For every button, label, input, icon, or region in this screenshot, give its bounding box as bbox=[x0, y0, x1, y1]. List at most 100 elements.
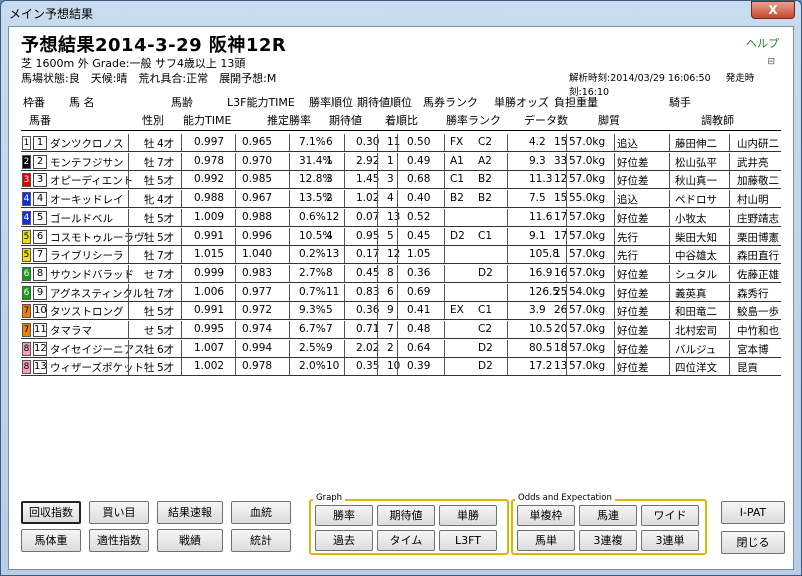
tekisei-button[interactable]: 適性指数 bbox=[89, 529, 149, 552]
horse-name: オーキッドレイ bbox=[50, 194, 124, 207]
win-rank-cell: 2 bbox=[326, 192, 333, 205]
column-divider bbox=[669, 227, 670, 245]
table-row[interactable]: 2 2 モンテフジサン牡 7才 0.978 0.970 31.4% 1 2.92 1 0.49 A1 A… bbox=[21, 152, 781, 171]
table-row[interactable]: 7 10 タツストロング 牡 5才 0.991 0.972 9.3% 5 0.36 9 0.41 EX C… bbox=[21, 302, 781, 321]
horse-name: ダンツクロノス bbox=[50, 138, 124, 150]
senseki-button[interactable]: 戦績 bbox=[157, 529, 223, 552]
expectation-cell: 1.02 bbox=[356, 192, 380, 205]
age-cell: 5才 bbox=[157, 175, 175, 188]
horse-number: 4 bbox=[33, 192, 47, 207]
jockey-cell: 柴田大知 bbox=[675, 231, 717, 244]
odds-button[interactable]: 単複枠 bbox=[517, 505, 575, 526]
expectation-rank-cell: 11 bbox=[387, 136, 401, 148]
finish-ratio-cell: 0.64 bbox=[407, 341, 431, 354]
ipat-button[interactable]: I-PAT bbox=[721, 501, 785, 524]
table-row[interactable]: 4 5 ゴールドベル 牡 5才 1.009 0.988 0.6% 12 0.07 13 0.52 11.… bbox=[21, 208, 781, 227]
column-divider bbox=[344, 208, 345, 226]
l3f-time-cell: 0.978 bbox=[242, 360, 273, 373]
weight-cell: 57.0kg bbox=[569, 323, 606, 335]
column-header: 単勝オッズ bbox=[494, 96, 549, 109]
expectation-rank-cell: 4 bbox=[387, 192, 394, 205]
column-divider bbox=[235, 264, 236, 282]
graph-button[interactable]: L3FT bbox=[439, 530, 497, 551]
graph-button[interactable]: タイム bbox=[377, 530, 435, 551]
help-link[interactable]: ヘルプ bbox=[746, 35, 779, 51]
toukei-button[interactable]: 統計 bbox=[231, 529, 291, 552]
odds-button[interactable]: 3連単 bbox=[641, 530, 699, 551]
column-divider bbox=[181, 190, 182, 208]
odds-group-label: Odds and Expectation bbox=[515, 493, 615, 503]
kaime-button[interactable]: 買い目 bbox=[89, 501, 149, 524]
expectation-rank-cell: 12 bbox=[387, 248, 401, 261]
column-divider bbox=[729, 246, 730, 264]
column-divider bbox=[444, 190, 445, 208]
close-window-button[interactable]: X bbox=[751, 1, 795, 19]
graph-button[interactable]: 期待値 bbox=[377, 505, 435, 526]
column-divider bbox=[507, 227, 508, 245]
kekka-button[interactable]: 結果速報 bbox=[157, 501, 223, 524]
kettou-button[interactable]: 血統 bbox=[231, 501, 291, 524]
trainer-cell: 森秀行 bbox=[737, 287, 769, 300]
waku-number: 5 bbox=[22, 229, 31, 244]
odds-button[interactable]: 3連複 bbox=[579, 530, 637, 551]
odds-cell: 9.1 bbox=[529, 229, 546, 242]
graph-button[interactable]: 単勝 bbox=[439, 505, 497, 526]
column-divider bbox=[444, 321, 445, 338]
horse-name: サウンドバラッド bbox=[50, 268, 134, 281]
kaishu-button[interactable]: 回収指数 bbox=[21, 501, 81, 524]
sex-cell: 牡 bbox=[144, 306, 155, 319]
column-divider bbox=[669, 321, 670, 338]
graph-button[interactable]: 過去 bbox=[315, 530, 373, 551]
running-style-cell: 好位差 bbox=[617, 306, 649, 319]
ability-time-cell: 0.978 bbox=[194, 154, 225, 167]
horse-name: ゴールドベル bbox=[50, 212, 113, 225]
ticket-rank-cell: D2 bbox=[450, 229, 465, 242]
horse-number: 7 bbox=[33, 248, 47, 263]
odds-button[interactable]: ワイド bbox=[641, 505, 699, 526]
column-divider bbox=[397, 321, 398, 338]
expectation-cell: 1.45 bbox=[356, 173, 380, 186]
column-divider bbox=[344, 302, 345, 320]
jockey-cell: 義英真 bbox=[675, 287, 707, 300]
table-row[interactable]: 1 1 ダンツクロノス牡 4才 0.997 0.965 7.1% 6 0.30 11 0.50 FX C… bbox=[21, 134, 781, 152]
column-divider bbox=[444, 171, 445, 189]
column-divider bbox=[289, 227, 290, 245]
table-row[interactable]: 5 6 コスモトゥルーラヴ牡 5才 0.991 0.996 10.5% 4 0.95 5 0.45 D… bbox=[21, 227, 781, 246]
weight-cell: 57.0kg bbox=[569, 266, 606, 279]
odds-button[interactable]: 馬単 bbox=[517, 530, 575, 551]
column-divider bbox=[566, 208, 567, 226]
weight-cell: 57.0kg bbox=[569, 136, 606, 148]
expectation-cell: 0.71 bbox=[356, 323, 380, 335]
table-row[interactable]: 5 7 ライブリシーラ牡 7才 1.015 1.040 0.2% 13 0.17 12 1.05 10… bbox=[21, 246, 781, 265]
table-row[interactable]: 3 3 オピーディエント牡 5才 0.992 0.985 12.8% 3 1.45 3 0.68 C1… bbox=[21, 171, 781, 190]
ability-time-cell: 0.988 bbox=[194, 192, 225, 205]
odds-button[interactable]: 馬連 bbox=[579, 505, 637, 526]
minimize-panel-icon[interactable]: ⊟ bbox=[767, 57, 775, 67]
table-row[interactable]: 8 12 タイセイジーニアス牡 6才 1.007 0.994 2.5% 9 2.02 2 0.64 D… bbox=[21, 339, 781, 358]
table-row[interactable]: 8 13 ウィザーズポケット牡 5才 1.002 0.978 2.0% 10 0.35 10 0.3… bbox=[21, 358, 781, 377]
close-button[interactable]: 閉じる bbox=[721, 531, 785, 554]
graph-button[interactable]: 勝率 bbox=[315, 505, 373, 526]
win-rate-cell: 0.2% bbox=[299, 248, 326, 261]
finish-ratio-cell: 0.39 bbox=[407, 360, 431, 373]
column-divider bbox=[181, 134, 182, 151]
column-divider bbox=[444, 246, 445, 264]
column-divider bbox=[377, 339, 378, 357]
table-row[interactable]: 6 8 サウンドバラッドせ 7才 0.999 0.983 2.7% 8 0.45 8 0.36 D2 1… bbox=[21, 264, 781, 283]
bataiju-button[interactable]: 馬体重 bbox=[21, 529, 81, 552]
running-style-cell: 追込 bbox=[617, 194, 638, 207]
graph-group-label: Graph bbox=[313, 493, 346, 503]
table-row[interactable]: 7 11 タマラマせ 5才 0.995 0.974 6.7% 7 0.71 7 0.48 C2 10.5… bbox=[21, 321, 781, 339]
expectation-rank-cell: 7 bbox=[387, 323, 394, 335]
waku-number: 5 bbox=[22, 248, 31, 263]
waku-number: 6 bbox=[22, 285, 31, 300]
column-header: 負担重量 bbox=[554, 96, 598, 109]
column-divider bbox=[128, 264, 129, 282]
table-row[interactable]: 4 4 オーキッドレイ牝 4才 0.988 0.967 13.5% 2 1.02 4 0.40 B2 B… bbox=[21, 190, 781, 209]
column-divider bbox=[507, 321, 508, 338]
expectation-cell: 2.92 bbox=[356, 154, 380, 167]
table-row[interactable]: 6 9 アグネスティンクル牡 7才 1.006 0.977 0.7% 11 0.83 6 0.69 1… bbox=[21, 283, 781, 302]
horse-name: コスモトゥルーラヴ bbox=[50, 231, 145, 244]
horse-name: タマラマ bbox=[50, 325, 92, 337]
horse-number: 1 bbox=[33, 136, 47, 150]
